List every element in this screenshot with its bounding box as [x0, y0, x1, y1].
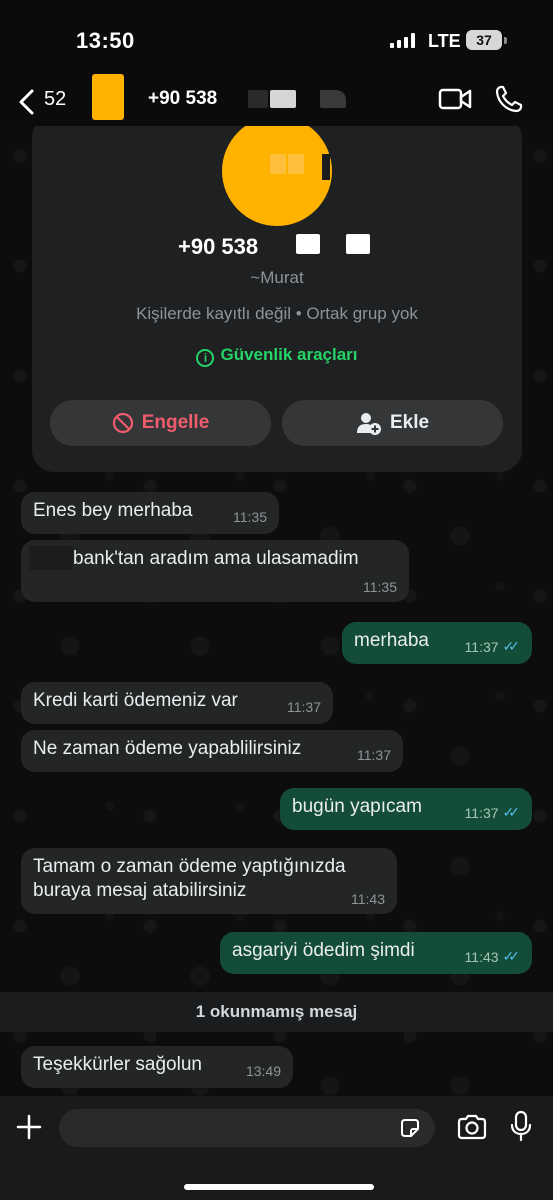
- message-time: 11:37 ✓✓: [464, 638, 521, 655]
- message-time: 11:35: [233, 509, 267, 525]
- read-receipt-icon: ✓✓: [502, 948, 521, 964]
- battery-icon: 37: [466, 30, 507, 50]
- security-tools-link[interactable]: i Güvenlik araçları: [32, 345, 522, 367]
- message-incoming[interactable]: Ne zaman ödeme yapablilirsiniz 11:37: [21, 730, 403, 772]
- contact-alias: ~Murat: [250, 268, 304, 287]
- message-text: bank'tan aradım ama ulasamadim: [73, 548, 359, 569]
- add-label: Ekle: [389, 412, 430, 433]
- add-contact-button[interactable]: Ekle: [282, 400, 503, 446]
- message-text: Enes bey merhaba: [33, 500, 193, 521]
- message-outgoing[interactable]: merhaba 11:37 ✓✓: [342, 622, 532, 664]
- info-icon: i: [196, 349, 215, 367]
- contact-info-card: +90 538 ~Murat Kişilerde kayıtlı değil •…: [32, 126, 522, 472]
- message-input[interactable]: [59, 1109, 435, 1147]
- status-time: 13:50: [76, 28, 135, 53]
- contact-name[interactable]: +90 538: [148, 88, 217, 110]
- read-receipt-icon: ✓✓: [502, 638, 521, 654]
- redaction-mark: [248, 90, 268, 108]
- message-incoming[interactable]: Tamam o zaman ödeme yaptığınızda buraya …: [21, 848, 397, 914]
- chat-header: 52 +90 538: [0, 74, 553, 126]
- read-receipt-icon: ✓✓: [502, 804, 521, 820]
- network-type: LTE: [428, 31, 461, 51]
- message-input-bar: [0, 1096, 553, 1200]
- redaction-mark: [288, 154, 304, 174]
- status-bar: 13:50 LTE 37: [0, 0, 553, 80]
- message-text: Teşekkürler sağolun: [33, 1054, 202, 1075]
- unread-chats-count[interactable]: 52: [44, 88, 66, 111]
- message-time: 13:49: [245, 1063, 281, 1079]
- message-text: Ne zaman ödeme yapablilirsiniz: [33, 738, 302, 759]
- message-incoming[interactable]: bank'tan aradım ama ulasamadim 11:35: [21, 540, 409, 602]
- message-time: 11:43: [351, 891, 385, 907]
- camera-icon[interactable]: [456, 1114, 488, 1140]
- message-outgoing[interactable]: asgariyi ödedim şimdi 11:43 ✓✓: [220, 932, 532, 974]
- signal-icon: [390, 33, 415, 48]
- message-incoming[interactable]: Enes bey merhaba 11:35: [21, 492, 279, 534]
- message-text: Kredi karti ödemeniz var: [33, 690, 238, 711]
- video-call-icon[interactable]: [438, 86, 472, 112]
- unread-messages-banner: 1 okunmamış mesaj: [0, 992, 553, 1032]
- message-outgoing[interactable]: bugün yapıcam 11:37 ✓✓: [280, 788, 532, 830]
- redaction-mark: [270, 154, 286, 174]
- microphone-icon[interactable]: [510, 1110, 532, 1142]
- block-button[interactable]: Engelle: [50, 400, 271, 446]
- redaction-mark: [29, 546, 73, 570]
- message-time: 11:37 ✓✓: [464, 804, 521, 821]
- message-time: 11:43 ✓✓: [464, 948, 521, 965]
- block-icon: [112, 412, 133, 434]
- redaction-mark: [346, 234, 370, 254]
- message-incoming[interactable]: Teşekkürler sağolun 13:49: [21, 1046, 293, 1088]
- redaction-mark: [322, 154, 330, 180]
- redaction-mark: [296, 234, 320, 254]
- add-contact-icon: [356, 413, 381, 435]
- message-time: 11:37: [357, 747, 391, 763]
- home-indicator: [184, 1184, 374, 1190]
- block-label: Engelle: [141, 412, 210, 433]
- message-text: buraya mesaj atabilirsiniz: [33, 880, 247, 901]
- chat-area[interactable]: +90 538 ~Murat Kişilerde kayıtlı değil •…: [0, 126, 553, 1096]
- phone-call-icon[interactable]: [494, 84, 524, 114]
- contact-avatar[interactable]: [92, 74, 124, 120]
- contact-status-info: Kişilerde kayıtlı değil • Ortak grup yok: [136, 304, 418, 323]
- message-time: 11:37: [287, 699, 321, 715]
- back-icon[interactable]: [16, 88, 38, 116]
- message-text: Tamam o zaman ödeme yaptığınızda: [33, 856, 346, 877]
- redaction-mark: [320, 90, 346, 108]
- message-time: 11:35: [363, 579, 397, 595]
- security-tools-label: Güvenlik araçları: [220, 345, 358, 364]
- sticker-icon[interactable]: [399, 1117, 421, 1139]
- contact-card-avatar: [222, 126, 332, 226]
- redaction-mark: [270, 90, 296, 108]
- message-incoming[interactable]: Kredi karti ödemeniz var 11:37: [21, 682, 333, 724]
- plus-icon[interactable]: [16, 1114, 42, 1140]
- contact-card-phone: +90 538: [178, 234, 259, 259]
